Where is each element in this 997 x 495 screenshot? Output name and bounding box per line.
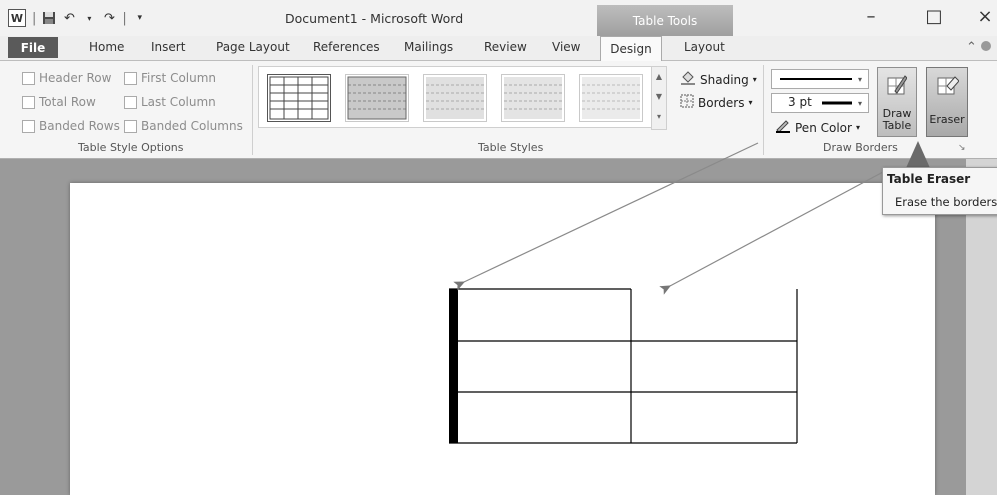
document-table[interactable] xyxy=(449,288,798,444)
eraser-tooltip: Table Eraser Erase the borders xyxy=(882,167,997,215)
annotation-arrows xyxy=(453,141,930,295)
tooltip-title: Table Eraser xyxy=(887,172,971,186)
annotation-layer xyxy=(449,141,930,444)
tooltip-body: Erase the borders xyxy=(895,195,997,209)
